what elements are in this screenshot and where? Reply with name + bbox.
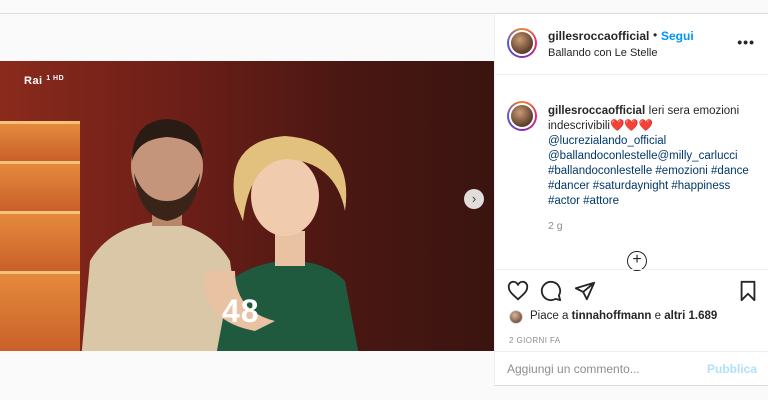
profile-avatar[interactable] [507, 28, 537, 58]
caption-text: gillesroccaofficial Ieri sera emozioni i… [548, 104, 763, 209]
caption-time: 2 g [548, 220, 563, 232]
caption-avatar[interactable] [507, 101, 537, 131]
load-more-comments-icon[interactable]: + [627, 251, 647, 271]
comment-input[interactable] [507, 362, 697, 376]
separator-dot: • [653, 28, 658, 42]
stage-stairs [0, 121, 80, 161]
next-photo-button[interactable]: › [464, 189, 484, 209]
score-overlay: 48 [222, 293, 260, 329]
post-actions: Piace a tinnahoffmann e altri 1.689 2 GI… [495, 269, 768, 351]
post-media-pane: Rai 1 HD 48 › [0, 14, 494, 387]
username-link[interactable]: gillesroccaofficial [548, 29, 649, 43]
share-icon[interactable] [574, 280, 596, 302]
caption-username[interactable]: gillesroccaofficial [548, 105, 645, 117]
likes-summary: Piace a tinnahoffmann e altri 1.689 [530, 310, 718, 322]
mention-link[interactable]: @ballandoconlestelle [548, 150, 658, 162]
hashtags[interactable]: #dancer #saturdaynight #happiness [548, 179, 763, 194]
post-header: gillesroccaofficial • Segui Ballando con… [495, 14, 768, 75]
post-card: Rai 1 HD 48 › gillesroccaofficial • Segu… [0, 13, 768, 387]
hashtags[interactable]: #ballandoconlestelle #emozioni #dance [548, 164, 763, 179]
liker-username[interactable]: tinnahoffmann [572, 310, 652, 322]
hashtags[interactable]: #actor #attore [548, 194, 763, 209]
comment-icon[interactable] [540, 280, 562, 302]
mention-link[interactable]: @lucrezialando_official [548, 134, 763, 149]
publish-button[interactable]: Pubblica [707, 362, 757, 376]
liker-avatar[interactable] [509, 310, 523, 324]
likes-count-link[interactable]: altri 1.689 [664, 310, 717, 322]
stage-stairs [0, 271, 80, 351]
post-photo[interactable]: Rai 1 HD 48 › [0, 61, 494, 351]
more-options-icon[interactable]: ••• [737, 34, 755, 50]
location-link[interactable]: Ballando con Le Stelle [548, 47, 657, 59]
stage-stairs [0, 211, 80, 271]
post-side-panel: gillesroccaofficial • Segui Ballando con… [494, 14, 768, 387]
mention-link[interactable]: @milly_carlucci [658, 150, 738, 162]
follow-button[interactable]: Segui [661, 29, 694, 43]
stage-stairs [0, 161, 80, 211]
post-date: 2 GIORNI FA [509, 336, 561, 345]
channel-logo: Rai 1 HD [24, 75, 65, 87]
caption-section: gillesroccaofficial Ieri sera emozioni i… [495, 75, 768, 271]
comment-box: Pubblica [495, 351, 768, 387]
heart-icon[interactable] [507, 280, 529, 302]
bookmark-icon[interactable] [737, 280, 759, 302]
